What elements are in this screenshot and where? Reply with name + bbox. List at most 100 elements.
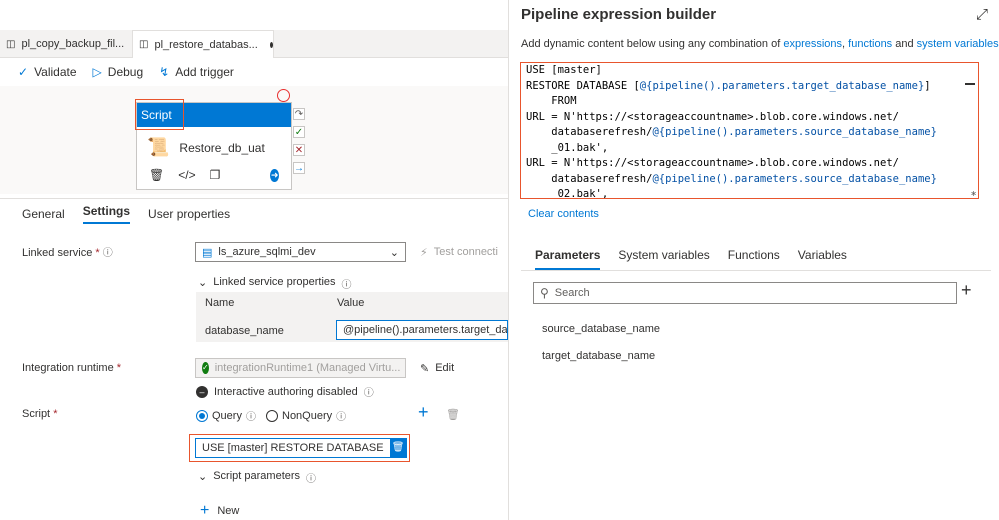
expand-icon[interactable]: ⤢ <box>976 6 988 23</box>
trash-icon[interactable]: 🗑 <box>390 439 406 457</box>
edit-ir-button[interactable]: ✎ Edit <box>420 362 454 375</box>
expressions-link[interactable]: expressions <box>783 38 842 50</box>
info-icon: ⓘ <box>245 412 256 423</box>
parameter-item[interactable]: target_database_name <box>542 350 655 362</box>
script-text-input[interactable]: USE [master] RESTORE DATABASE [@... 🗑 <box>195 438 407 458</box>
editor-line: RESTORE DATABASE [@{pipeline().parameter… <box>526 79 978 95</box>
arrow-right-icon[interactable]: ➜ <box>270 168 279 182</box>
validate-button[interactable]: ✓ Validate <box>0 65 85 79</box>
document-tabbar: ◫ pl_copy_backup_fil... ◫ pl_restore_dat… <box>0 30 508 58</box>
info-icon: ⓘ <box>341 280 352 291</box>
text-token: _02.bak', <box>526 188 609 199</box>
integration-runtime-select[interactable]: ✓ integrationRuntime1 (Managed Virtu... <box>195 358 406 378</box>
success-icon[interactable]: ✓ <box>293 126 305 138</box>
text-token: ] <box>924 79 931 92</box>
pipeline-toolbar: ✓ Validate ▷ Debug ↯ Add trigger <box>0 58 508 86</box>
chevron-down-icon: ⌄ <box>198 471 208 483</box>
property-value-input[interactable]: @pipeline().parameters.target_dat <box>336 320 508 340</box>
tab-parameters[interactable]: Parameters <box>535 248 601 270</box>
column-name-header: Name <box>205 297 235 309</box>
failure-icon[interactable]: ✕ <box>293 144 305 156</box>
info-icon: ⓘ <box>363 388 374 399</box>
text-token: URL = N'https://<storageaccountname>.blo… <box>526 110 899 123</box>
completion-icon[interactable]: → <box>293 162 305 174</box>
check-circle-icon: ✓ <box>202 362 209 374</box>
info-icon: ⓘ <box>102 248 113 259</box>
text-token: URL = N'https://<storageaccountname>.blo… <box>526 157 899 169</box>
check-icon: ✓ <box>18 65 29 79</box>
add-parameter-icon[interactable]: + <box>961 280 972 301</box>
linked-service-select[interactable]: ▤ ls_azure_sqlmi_dev ⌄ <box>195 242 406 262</box>
clear-contents-link[interactable]: Clear contents <box>528 208 599 220</box>
system-variables-link[interactable]: system variables <box>917 38 999 50</box>
query-radio[interactable]: Query ⓘ <box>196 408 256 423</box>
tab-variables[interactable]: Variables <box>798 248 847 270</box>
copy-icon[interactable]: ❐ <box>210 168 221 182</box>
text-token: RESTORE DATABASE [ <box>526 79 640 92</box>
expression-text: USE [master] RESTORE DATABASE [@{pipeline… <box>521 63 978 199</box>
tabs-divider <box>521 270 991 271</box>
text-token: USE [master] <box>526 64 602 76</box>
delete-script-icon[interactable]: 🗑 <box>446 408 460 421</box>
script-activity[interactable]: Script 📜 Restore_db_uat 🗑 </> ❐ ➜ <box>135 99 292 190</box>
activity-subtabs: General Settings User properties <box>0 198 508 228</box>
parameter-search-input[interactable]: ⚲ Search <box>533 282 957 304</box>
linked-props-toggle[interactable]: ⌄ Linked service properties ⓘ <box>198 276 352 291</box>
code-icon[interactable]: </> <box>178 168 195 182</box>
pipeline-editor-pane: ◫ pl_copy_backup_fil... ◫ pl_restore_dat… <box>0 0 508 520</box>
functions-link[interactable]: functions <box>848 38 892 50</box>
script-params-toggle[interactable]: ⌄ Script parameters ⓘ <box>198 470 316 485</box>
pipeline-icon: ◫ <box>139 39 149 50</box>
nonquery-radio[interactable]: NonQuery ⓘ <box>266 408 346 423</box>
pipeline-canvas[interactable]: Script 📜 Restore_db_uat 🗑 </> ❐ ➜ ↷ ✓ ✕ … <box>0 86 508 194</box>
scrollbar-thumb[interactable] <box>965 83 975 85</box>
text-token: databaserefresh/ <box>526 172 653 185</box>
expression-token: @{pipeline().parameters.target_database_… <box>639 79 925 92</box>
script-icon: 📜 <box>147 137 170 157</box>
database-icon: ▤ <box>202 246 213 259</box>
debug-button[interactable]: ▷ Debug <box>85 65 152 79</box>
plus-icon: + <box>200 502 210 519</box>
play-icon: ▷ <box>92 65 102 79</box>
editor-line: URL = N'https://<storageaccountname>.blo… <box>526 156 978 172</box>
expression-editor[interactable]: USE [master] RESTORE DATABASE [@{pipeline… <box>520 62 979 199</box>
expression-token: @{pipeline().parameters.source_database_… <box>652 126 937 138</box>
required-marker: * <box>116 362 122 374</box>
activity-name: Restore_db_uat <box>179 140 265 155</box>
info-icon: ⓘ <box>306 474 317 485</box>
tab-functions[interactable]: Functions <box>728 248 780 270</box>
text-token: _01.bak', <box>526 141 609 154</box>
info-icon: ⓘ <box>336 412 347 423</box>
tab-restore-database[interactable]: ◫ pl_restore_databas... <box>132 30 274 58</box>
expression-token: @{pipeline().parameters.source_database_… <box>652 172 937 185</box>
redo-icon[interactable]: ↷ <box>293 108 305 120</box>
radio-empty-icon <box>266 409 278 422</box>
tab-settings[interactable]: Settings <box>82 204 131 224</box>
tab-user-properties[interactable]: User properties <box>148 207 230 221</box>
delete-icon[interactable]: 🗑 <box>149 168 164 182</box>
add-trigger-button[interactable]: ↯ Add trigger <box>151 65 242 79</box>
tab-general[interactable]: General <box>22 207 65 221</box>
parameter-item[interactable]: source_database_name <box>542 323 660 335</box>
resize-handle-icon[interactable]: ∗ <box>970 189 977 198</box>
new-param-button[interactable]: + New <box>200 502 239 520</box>
editor-line: USE [master] <box>526 63 978 79</box>
linked-service-label: Linked service <box>22 247 93 259</box>
interactive-authoring-status: – Interactive authoring disabled ⓘ <box>196 384 374 399</box>
linked-props-table: Name Value database_name @pipeline().par… <box>196 292 508 342</box>
editor-line: databaserefresh/@{pipeline().parameters.… <box>526 172 978 188</box>
editor-line: FROM <box>526 94 978 110</box>
radio-selected-icon <box>196 409 208 422</box>
integration-runtime-label: Integration runtime <box>22 362 114 374</box>
chevron-down-icon: ⌄ <box>198 277 208 289</box>
editor-line: URL = N'https://<storageaccountname>.blo… <box>526 110 978 126</box>
add-script-icon[interactable]: + <box>418 402 429 423</box>
required-marker: * <box>53 408 58 420</box>
pipeline-icon: ◫ <box>6 38 16 50</box>
tab-copy-backup[interactable]: ◫ pl_copy_backup_fil... <box>0 30 130 58</box>
panel-subtitle: Add dynamic content below using any comb… <box>521 38 999 50</box>
chevron-down-icon: ⌄ <box>389 246 399 259</box>
tab-system-variables[interactable]: System variables <box>618 248 709 270</box>
plug-icon: ⚡ <box>420 247 428 259</box>
test-connection-button[interactable]: ⚡ Test connecti <box>420 246 498 259</box>
